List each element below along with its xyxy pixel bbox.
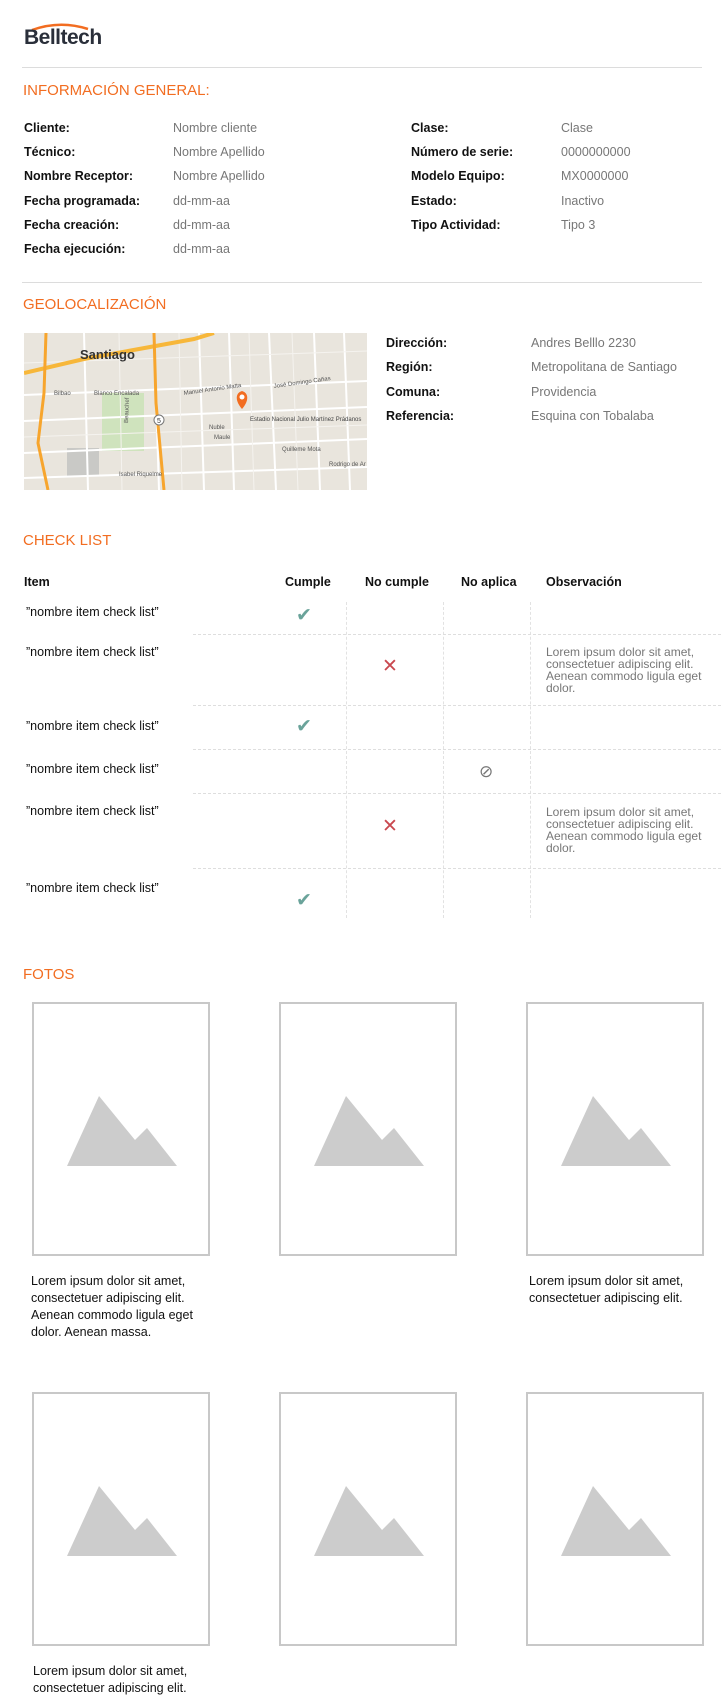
photo-placeholder[interactable] — [526, 1392, 704, 1646]
status-value: Inactivo — [561, 194, 605, 208]
serial-number-label: Número de serie: — [411, 145, 514, 159]
technician-label: Técnico: — [24, 145, 76, 159]
checklist-observation: Lorem ipsum dolor sit amet, consectetuer… — [546, 805, 702, 855]
checklist-item-name: ”nombre item check list” — [26, 645, 159, 659]
image-placeholder-icon — [314, 1096, 424, 1166]
row-divider — [193, 634, 721, 635]
checklist-item-name: ”nombre item check list” — [26, 605, 159, 619]
reference-value: Esquina con Tobalaba — [531, 409, 654, 423]
map-route-label: 5 — [157, 418, 161, 425]
creation-date-label: Fecha creación: — [24, 218, 120, 232]
image-placeholder-icon — [67, 1096, 177, 1166]
checklist-title: CHECK LIST — [23, 532, 112, 549]
row-divider — [193, 749, 721, 750]
column-header-no-cumple: No cumple — [365, 575, 429, 589]
technician-value: Nombre Apellido — [173, 145, 265, 159]
photo-placeholder[interactable] — [32, 1392, 210, 1646]
checklist-item-name: ”nombre item check list” — [26, 881, 159, 895]
row-divider — [193, 705, 721, 706]
map-street-label: Rodrigo de Ar — [329, 462, 366, 468]
activity-type-label: Tipo Actividad: — [411, 218, 501, 232]
map-stadium-label: Estadio Nacional Julio Martínez Prádanos — [250, 417, 361, 423]
region-label: Región: — [386, 360, 433, 374]
map-street-label: Blanco Encalada — [94, 391, 140, 397]
receiver-label: Nombre Receptor: — [24, 169, 134, 183]
image-placeholder-icon — [561, 1096, 671, 1166]
logo-text: Belltech — [24, 26, 102, 49]
map-street-label: Nuble — [209, 425, 225, 431]
geolocation-title: GEOLOCALIZACIÓN — [23, 296, 167, 313]
map-image: 5 Santiago Blanco Encalada Beauchef Manu… — [24, 333, 367, 490]
photo-placeholder[interactable] — [32, 1002, 210, 1256]
divider — [22, 67, 702, 68]
reference-label: Referencia: — [386, 409, 455, 423]
check-icon: ✔ — [296, 890, 312, 911]
client-value: Nombre cliente — [173, 121, 258, 135]
column-divider — [443, 602, 444, 918]
image-placeholder-icon — [314, 1486, 424, 1556]
photo-caption: Lorem ipsum dolor sit amet, consectetuer… — [33, 1664, 188, 1695]
photo-placeholder[interactable] — [279, 1392, 457, 1646]
commune-value: Providencia — [531, 385, 597, 399]
check-icon: ✔ — [296, 716, 312, 737]
execution-date-label: Fecha ejecución: — [24, 242, 126, 256]
checklist-item-name: ”nombre item check list” — [26, 804, 159, 818]
class-label: Clase: — [411, 121, 449, 135]
map-street-label: Bilbao — [54, 391, 71, 397]
column-divider — [346, 602, 347, 918]
checklist-observation: Lorem ipsum dolor sit amet, consectetuer… — [546, 645, 702, 695]
equipment-model-value: MX0000000 — [561, 169, 629, 183]
row-divider — [193, 868, 721, 869]
receiver-value: Nombre Apellido — [173, 169, 265, 183]
commune-label: Comuna: — [386, 385, 441, 399]
address-value: Andres Belllo 2230 — [531, 336, 636, 350]
belltech-logo: Belltech — [24, 22, 104, 56]
execution-date-value: dd-mm-aa — [173, 242, 230, 256]
row-divider — [193, 793, 721, 794]
photo-caption: Lorem ipsum dolor sit amet, consectetuer… — [31, 1274, 193, 1339]
cross-icon: ✕ — [382, 656, 398, 677]
map-street-label: Maule — [214, 435, 231, 441]
class-value: Clase — [561, 121, 593, 135]
column-divider — [530, 602, 531, 918]
checklist-item-name: ”nombre item check list” — [26, 719, 159, 733]
scheduled-date-value: dd-mm-aa — [173, 194, 230, 208]
photo-placeholder[interactable] — [526, 1002, 704, 1256]
check-icon: ✔ — [296, 605, 312, 626]
map-street-label: Quilleme Mota — [282, 447, 321, 453]
creation-date-value: dd-mm-aa — [173, 218, 230, 232]
column-header-cumple: Cumple — [285, 575, 331, 589]
serial-number-value: 0000000000 — [561, 145, 631, 159]
activity-type-value: Tipo 3 — [561, 218, 596, 232]
map-street-label: Isabel Riquelme — [119, 472, 163, 478]
map-street-label: Beauchef — [124, 397, 131, 423]
photo-placeholder[interactable] — [279, 1002, 457, 1256]
checklist-item-name: ”nombre item check list” — [26, 762, 159, 776]
photo-caption: Lorem ipsum dolor sit amet, consectetuer… — [529, 1274, 684, 1305]
general-info-title: INFORMACIÓN GENERAL: — [23, 82, 210, 99]
equipment-model-label: Modelo Equipo: — [411, 169, 505, 183]
status-label: Estado: — [411, 194, 457, 208]
column-header-item: Item — [24, 575, 50, 589]
client-label: Cliente: — [24, 121, 70, 135]
address-label: Dirección: — [386, 336, 448, 350]
cross-icon: ✕ — [382, 816, 398, 837]
column-header-observacion: Observación — [546, 575, 622, 589]
image-placeholder-icon — [561, 1486, 671, 1556]
region-value: Metropolitana de Santiago — [531, 360, 677, 374]
image-placeholder-icon — [67, 1486, 177, 1556]
photos-title: FOTOS — [23, 966, 75, 983]
divider — [22, 282, 702, 283]
location-map[interactable]: 5 Santiago Blanco Encalada Beauchef Manu… — [24, 333, 367, 490]
scheduled-date-label: Fecha programada: — [24, 194, 141, 208]
map-city-label: Santiago — [80, 347, 135, 362]
column-header-no-aplica: No aplica — [461, 575, 517, 589]
not-applicable-icon: ⊘ — [479, 762, 494, 781]
